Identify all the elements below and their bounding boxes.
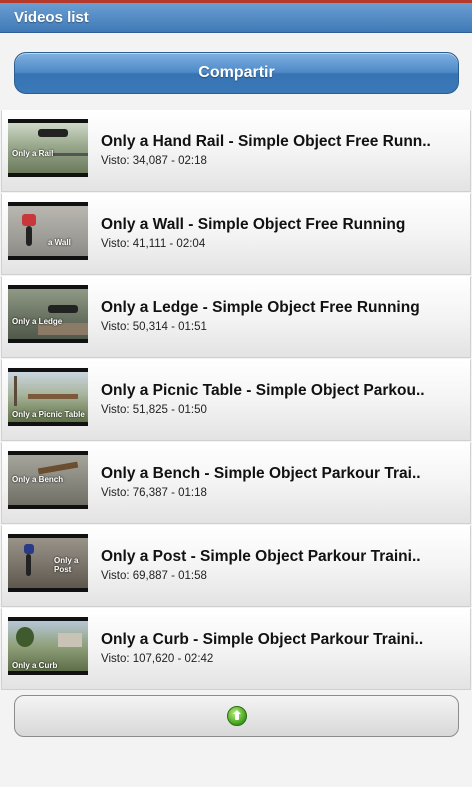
video-item[interactable]: Only a Picnic Table Only a Picnic Table …: [1, 359, 471, 441]
video-item[interactable]: Only a Curb Only a Curb - Simple Object …: [1, 608, 471, 690]
thumbnail-caption: Only a Picnic Table: [12, 410, 85, 419]
video-item[interactable]: Only a Ledge Only a Ledge - Simple Objec…: [1, 276, 471, 358]
video-title: Only a Wall - Simple Object Free Running: [101, 216, 406, 233]
video-title: Only a Ledge - Simple Object Free Runnin…: [101, 299, 420, 316]
video-thumbnail: Only a Bench: [8, 451, 88, 509]
video-views-duration: Visto: 34,087 - 02:18: [101, 155, 207, 167]
thumbnail-caption: Only a Rail: [12, 149, 54, 158]
video-title: Only a Bench - Simple Object Parkour Tra…: [101, 465, 421, 482]
video-views-duration: Visto: 51,825 - 01:50: [101, 404, 207, 416]
thumbnail-caption: Only a Ledge: [12, 317, 63, 326]
video-thumbnail: Only a Curb: [8, 617, 88, 675]
app-header: Videos list: [0, 3, 472, 33]
video-views-duration: Visto: 76,387 - 01:18: [101, 487, 207, 499]
video-item[interactable]: a Wall Only a Wall - Simple Object Free …: [1, 193, 471, 275]
load-more-icon: [226, 706, 247, 726]
video-item[interactable]: Only a Rail Only a Hand Rail - Simple Ob…: [1, 110, 471, 192]
page-title: Videos list: [14, 9, 89, 26]
video-thumbnail: Only a Picnic Table: [8, 368, 88, 426]
video-views-duration: Visto: 50,314 - 01:51: [101, 321, 207, 333]
thumbnail-caption: Only a Curb: [12, 661, 58, 670]
video-title: Only a Picnic Table - Simple Object Park…: [101, 382, 425, 399]
load-more-button[interactable]: [14, 695, 459, 737]
video-list: Only a Rail Only a Hand Rail - Simple Ob…: [0, 110, 472, 690]
thumbnail-caption: Only a Post: [54, 556, 79, 574]
video-thumbnail: Only a Post: [8, 534, 88, 592]
thumbnail-caption: a Wall: [48, 238, 71, 247]
video-item[interactable]: Only a Post Only a Post - Simple Object …: [1, 525, 471, 607]
video-views-duration: Visto: 107,620 - 02:42: [101, 653, 214, 665]
video-views-duration: Visto: 69,887 - 01:58: [101, 570, 207, 582]
video-thumbnail: Only a Ledge: [8, 285, 88, 343]
video-views-duration: Visto: 41,111 - 02:04: [101, 238, 206, 250]
video-title: Only a Hand Rail - Simple Object Free Ru…: [101, 133, 431, 150]
video-title: Only a Curb - Simple Object Parkour Trai…: [101, 631, 424, 648]
video-item[interactable]: Only a Bench Only a Bench - Simple Objec…: [1, 442, 471, 524]
thumbnail-caption: Only a Bench: [12, 475, 64, 484]
share-button[interactable]: Compartir: [14, 52, 459, 94]
video-thumbnail: a Wall: [8, 202, 88, 260]
video-title: Only a Post - Simple Object Parkour Trai…: [101, 548, 421, 565]
video-thumbnail: Only a Rail: [8, 119, 88, 177]
